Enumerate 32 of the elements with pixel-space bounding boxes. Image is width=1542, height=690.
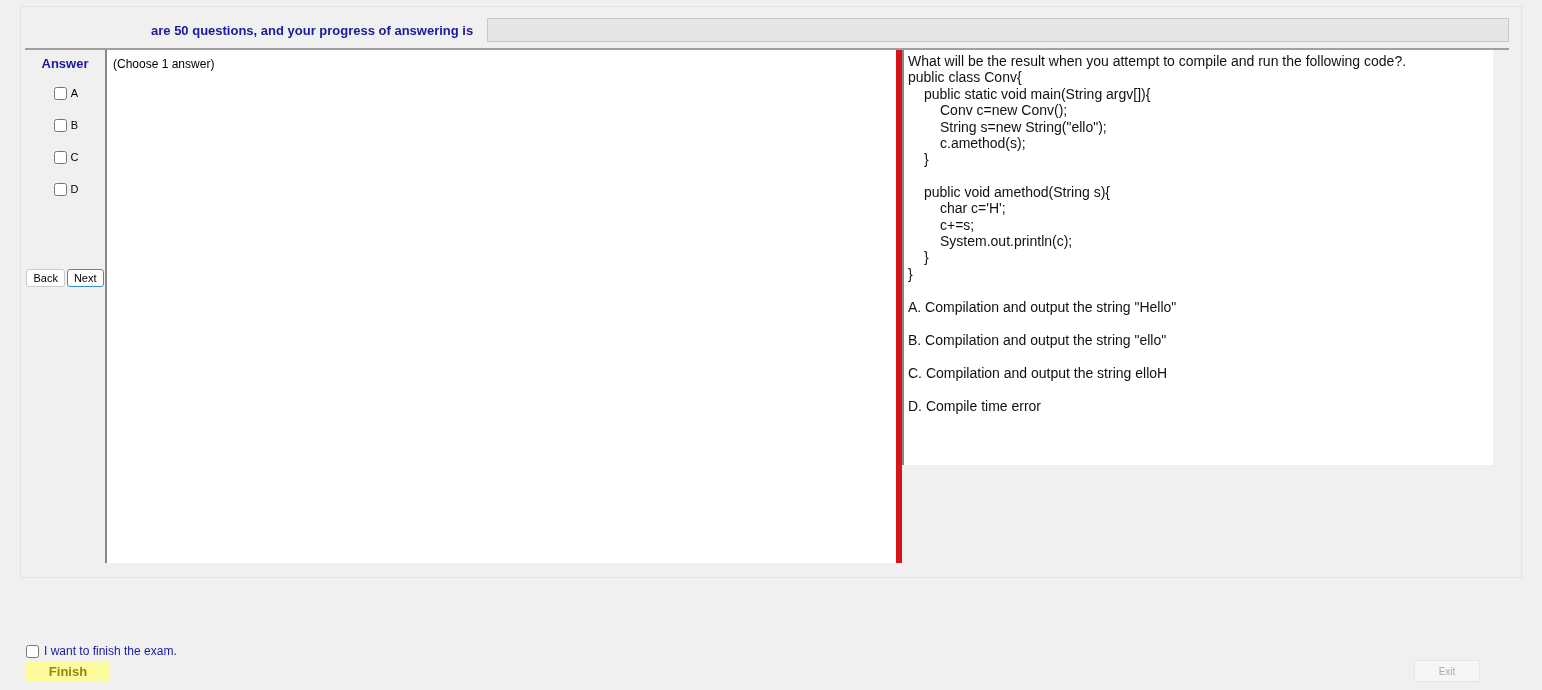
question-text: What will be the result when you attempt to compile and run the following code?.	[908, 53, 1408, 70]
answer-choice: B. Compilation and output the string "ello"	[908, 331, 1167, 348]
code-line: }	[924, 249, 929, 266]
answer-choice: D. Compile time error	[908, 397, 1042, 414]
code-line: public static void main(String argv[]){	[924, 85, 1151, 102]
code-line: System.out.println(c);	[940, 233, 1073, 250]
answer-checkbox[interactable]	[53, 182, 67, 196]
code-line: c.amethod(s);	[940, 135, 1026, 152]
back-button[interactable]: Back	[26, 269, 65, 287]
next-button[interactable]: Next	[66, 269, 104, 287]
code-line: }	[924, 151, 929, 168]
code-line: public class Conv{	[908, 69, 1022, 86]
answer-checkbox[interactable]	[53, 118, 67, 132]
option-label: B	[70, 119, 79, 131]
finish-label: I want to finish the exam.	[44, 644, 177, 658]
answer-checkbox[interactable]	[53, 86, 67, 100]
finish-checkbox[interactable]	[26, 644, 39, 658]
code-line: public void amethod(String s){	[924, 183, 1110, 200]
option-label: A	[70, 87, 79, 99]
answer-heading: Answer	[41, 56, 89, 71]
option-label: D	[70, 183, 79, 195]
code-line: Conv c=new Conv();	[940, 102, 1068, 119]
answer-checkbox[interactable]	[53, 150, 67, 164]
answer-hint: (Choose 1 answer)	[113, 57, 215, 71]
code-line: }	[908, 265, 913, 282]
answer-choice: A. Compilation and output the string "Hello"	[908, 298, 1177, 315]
code-line: c+=s;	[940, 216, 975, 233]
code-line: String s=new String("ello");	[940, 118, 1107, 135]
answer-choice: C. Compilation and output the string elloH	[908, 364, 1168, 381]
progress-label: are 50 questions, and your progress of answering is	[151, 22, 474, 38]
code-line: char c='H';	[940, 200, 1006, 217]
option-label: C	[70, 151, 79, 163]
